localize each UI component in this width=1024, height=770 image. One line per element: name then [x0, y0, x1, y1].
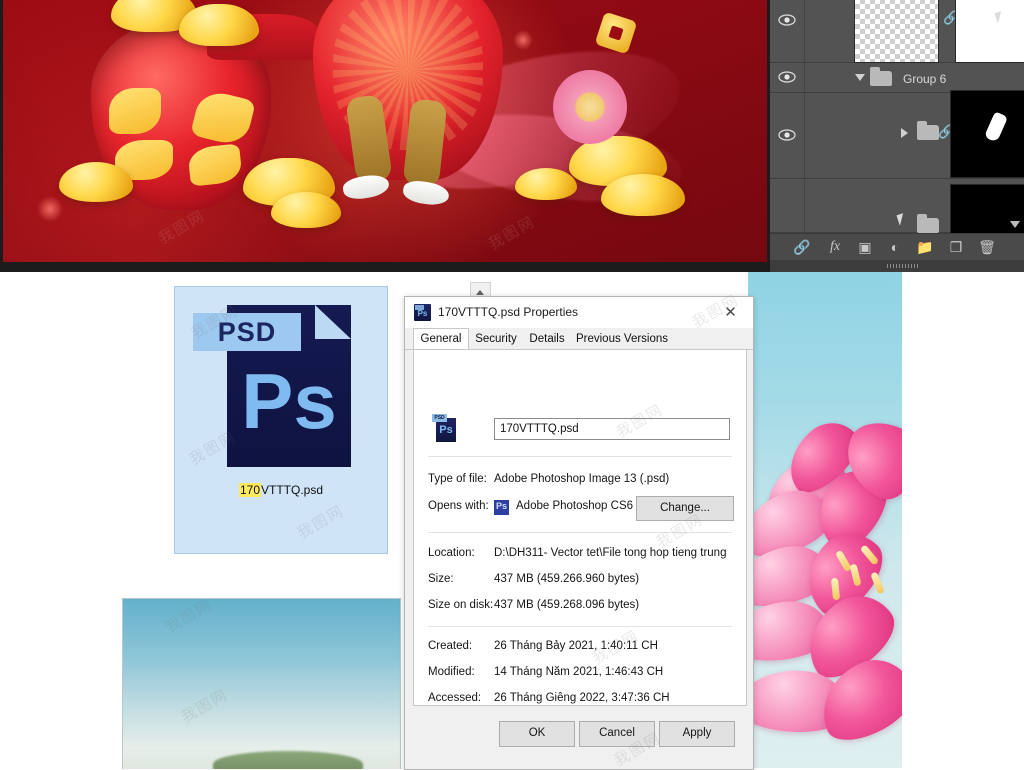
dialog-general-pane: PSD Ps 170VTTTQ.psd Type of file: Adobe … — [413, 350, 747, 755]
photoshop-mark: Ps — [241, 357, 337, 445]
close-icon[interactable]: ✕ — [708, 297, 753, 328]
file-name-rest: VTTTQ.psd — [261, 483, 324, 497]
field-value-modified: 14 Tháng Năm 2021, 1:46:43 CH — [494, 666, 664, 678]
layers-panel-toolbar[interactable]: 🔗 fx ▣ ◐ 📁 ❐ 🗑 — [770, 233, 1024, 260]
layer-mask-thumbnail[interactable] — [950, 90, 1024, 178]
field-label-accessed: Accessed: — [428, 692, 482, 704]
new-group-icon[interactable]: 📁 — [915, 238, 935, 256]
canvas-artwork-image — [3, 0, 767, 262]
watermark: 我图网 — [162, 598, 216, 637]
divider — [428, 532, 732, 533]
field-value-opens-with: Adobe Photoshop CS6 — [516, 500, 634, 512]
bag-petal — [187, 143, 243, 187]
field-label-type-of-file: Type of file: — [428, 473, 487, 485]
apply-button[interactable]: Apply — [659, 721, 735, 747]
dialog-tabs[interactable]: General Security Details Previous Versio… — [405, 328, 753, 352]
photoshop-layers-panel[interactable]: 🔗 Group 6 🔗 🔗 fx ▣ ◐ 📁 ❐ 🗑 — [770, 0, 1024, 272]
chevron-up-icon — [476, 290, 484, 295]
field-value-size: 437 MB (459.266.960 bytes) — [494, 573, 640, 585]
layer-group-row[interactable]: 🔗 — [770, 90, 1024, 179]
file-preview-tile[interactable]: PSD Ps 170VTTTQ.psd 我图网 我图网 我图网 — [174, 286, 388, 554]
folder-icon — [870, 67, 892, 86]
layer-group-label: Group 6 — [903, 72, 947, 86]
psd-format-badge-small: PSD — [432, 414, 447, 422]
folder-icon — [917, 121, 939, 140]
file-name-highlight: 170 — [238, 483, 261, 497]
layer-row[interactable] — [770, 178, 1024, 234]
layer-group-row[interactable]: Group 6 — [770, 62, 1024, 93]
delete-layer-icon[interactable]: 🗑 — [977, 238, 997, 256]
gold-ingot — [271, 192, 341, 228]
photoshop-canvas: 我图网 我图网 — [0, 0, 770, 272]
chevron-right-icon[interactable] — [901, 128, 908, 138]
glow-dot — [513, 30, 533, 50]
link-icon[interactable]: 🔗 — [792, 238, 812, 256]
field-label-modified: Modified: — [428, 666, 475, 678]
photo-thumbnail-flower[interactable] — [748, 272, 902, 768]
ok-button[interactable]: OK — [499, 721, 575, 747]
psd-file-icon — [414, 304, 431, 321]
bag-petal — [190, 87, 256, 149]
field-label-created: Created: — [428, 640, 473, 652]
glow-dot — [37, 196, 63, 222]
field-label-size: Size: — [428, 573, 454, 585]
eye-icon[interactable] — [778, 129, 796, 141]
field-value-accessed: 26 Tháng Giêng 2022, 3:47:36 CH — [494, 692, 670, 704]
layer-visibility-cell[interactable] — [770, 178, 805, 232]
file-name-input[interactable]: 170VTTTQ.psd — [494, 418, 730, 440]
layer-visibility-cell[interactable] — [770, 92, 805, 178]
panel-scroll-down-arrow[interactable] — [1010, 221, 1020, 228]
dialog-titlebar[interactable]: 170VTTTQ.psd Properties ✕ — [405, 297, 753, 328]
adjustment-icon[interactable]: ◐ — [885, 238, 905, 256]
panel-resize-grip[interactable] — [770, 260, 1024, 272]
change-button[interactable]: Change... — [636, 496, 734, 521]
new-layer-icon[interactable]: ❐ — [946, 238, 966, 256]
gold-ingot — [179, 4, 259, 46]
field-label-size-on-disk: Size on disk: — [428, 599, 494, 611]
gold-ingot — [515, 168, 577, 200]
file-properties-dialog[interactable]: 170VTTTQ.psd Properties ✕ General Securi… — [404, 296, 754, 770]
eye-icon[interactable] — [778, 71, 796, 83]
layer-thumbnail[interactable] — [854, 0, 939, 63]
field-value-location: D:\DH311- Vector tet\File tong hop tieng… — [494, 547, 727, 559]
watermark: 我图网 — [178, 685, 232, 727]
dialog-footer: OK Cancel Apply — [405, 707, 753, 769]
field-value-size-on-disk: 437 MB (459.268.096 bytes) — [494, 599, 640, 611]
photoshop-mark-small: Ps — [439, 424, 453, 436]
photo-thumbnail-sky[interactable]: 我图网 我图网 — [122, 598, 401, 769]
character-shoe — [341, 172, 391, 202]
field-value-type-of-file: Adobe Photoshop Image 13 (.psd) — [494, 473, 670, 485]
eye-icon[interactable] — [778, 14, 796, 26]
layer-row[interactable]: 🔗 — [770, 0, 1024, 63]
psd-file-icon-large: PSD Ps — [432, 414, 458, 442]
add-mask-icon[interactable]: ▣ — [855, 238, 875, 256]
gold-ingot — [59, 162, 133, 202]
watermark: 我图网 — [294, 501, 348, 543]
cursor-pointer-icon — [896, 213, 907, 226]
layer-visibility-cell[interactable] — [770, 62, 805, 92]
file-name-label: 170VTTTQ.psd — [175, 483, 387, 497]
layer-visibility-cell[interactable] — [770, 0, 805, 62]
photoshop-app-icon — [494, 500, 509, 515]
divider — [428, 456, 732, 457]
pink-flower — [553, 70, 627, 144]
field-label-opens-with: Opens with: — [428, 500, 489, 512]
cancel-button[interactable]: Cancel — [579, 721, 655, 747]
mask-brush-stroke — [983, 111, 1009, 143]
field-value-created: 26 Tháng Bảy 2021, 1:40:11 CH — [494, 640, 658, 652]
layer-mask-thumbnail[interactable] — [955, 0, 1024, 63]
photo-hill — [213, 751, 363, 769]
divider — [428, 626, 732, 627]
field-label-location: Location: — [428, 547, 475, 559]
folder-icon — [917, 214, 939, 233]
fx-icon[interactable]: fx — [825, 238, 845, 256]
gold-coin — [594, 11, 638, 55]
dialog-title: 170VTTTQ.psd Properties — [438, 305, 579, 319]
chevron-down-icon[interactable] — [855, 74, 865, 81]
bag-petal — [109, 88, 161, 134]
gold-ingot — [601, 174, 685, 216]
psd-format-badge: PSD — [193, 313, 301, 351]
